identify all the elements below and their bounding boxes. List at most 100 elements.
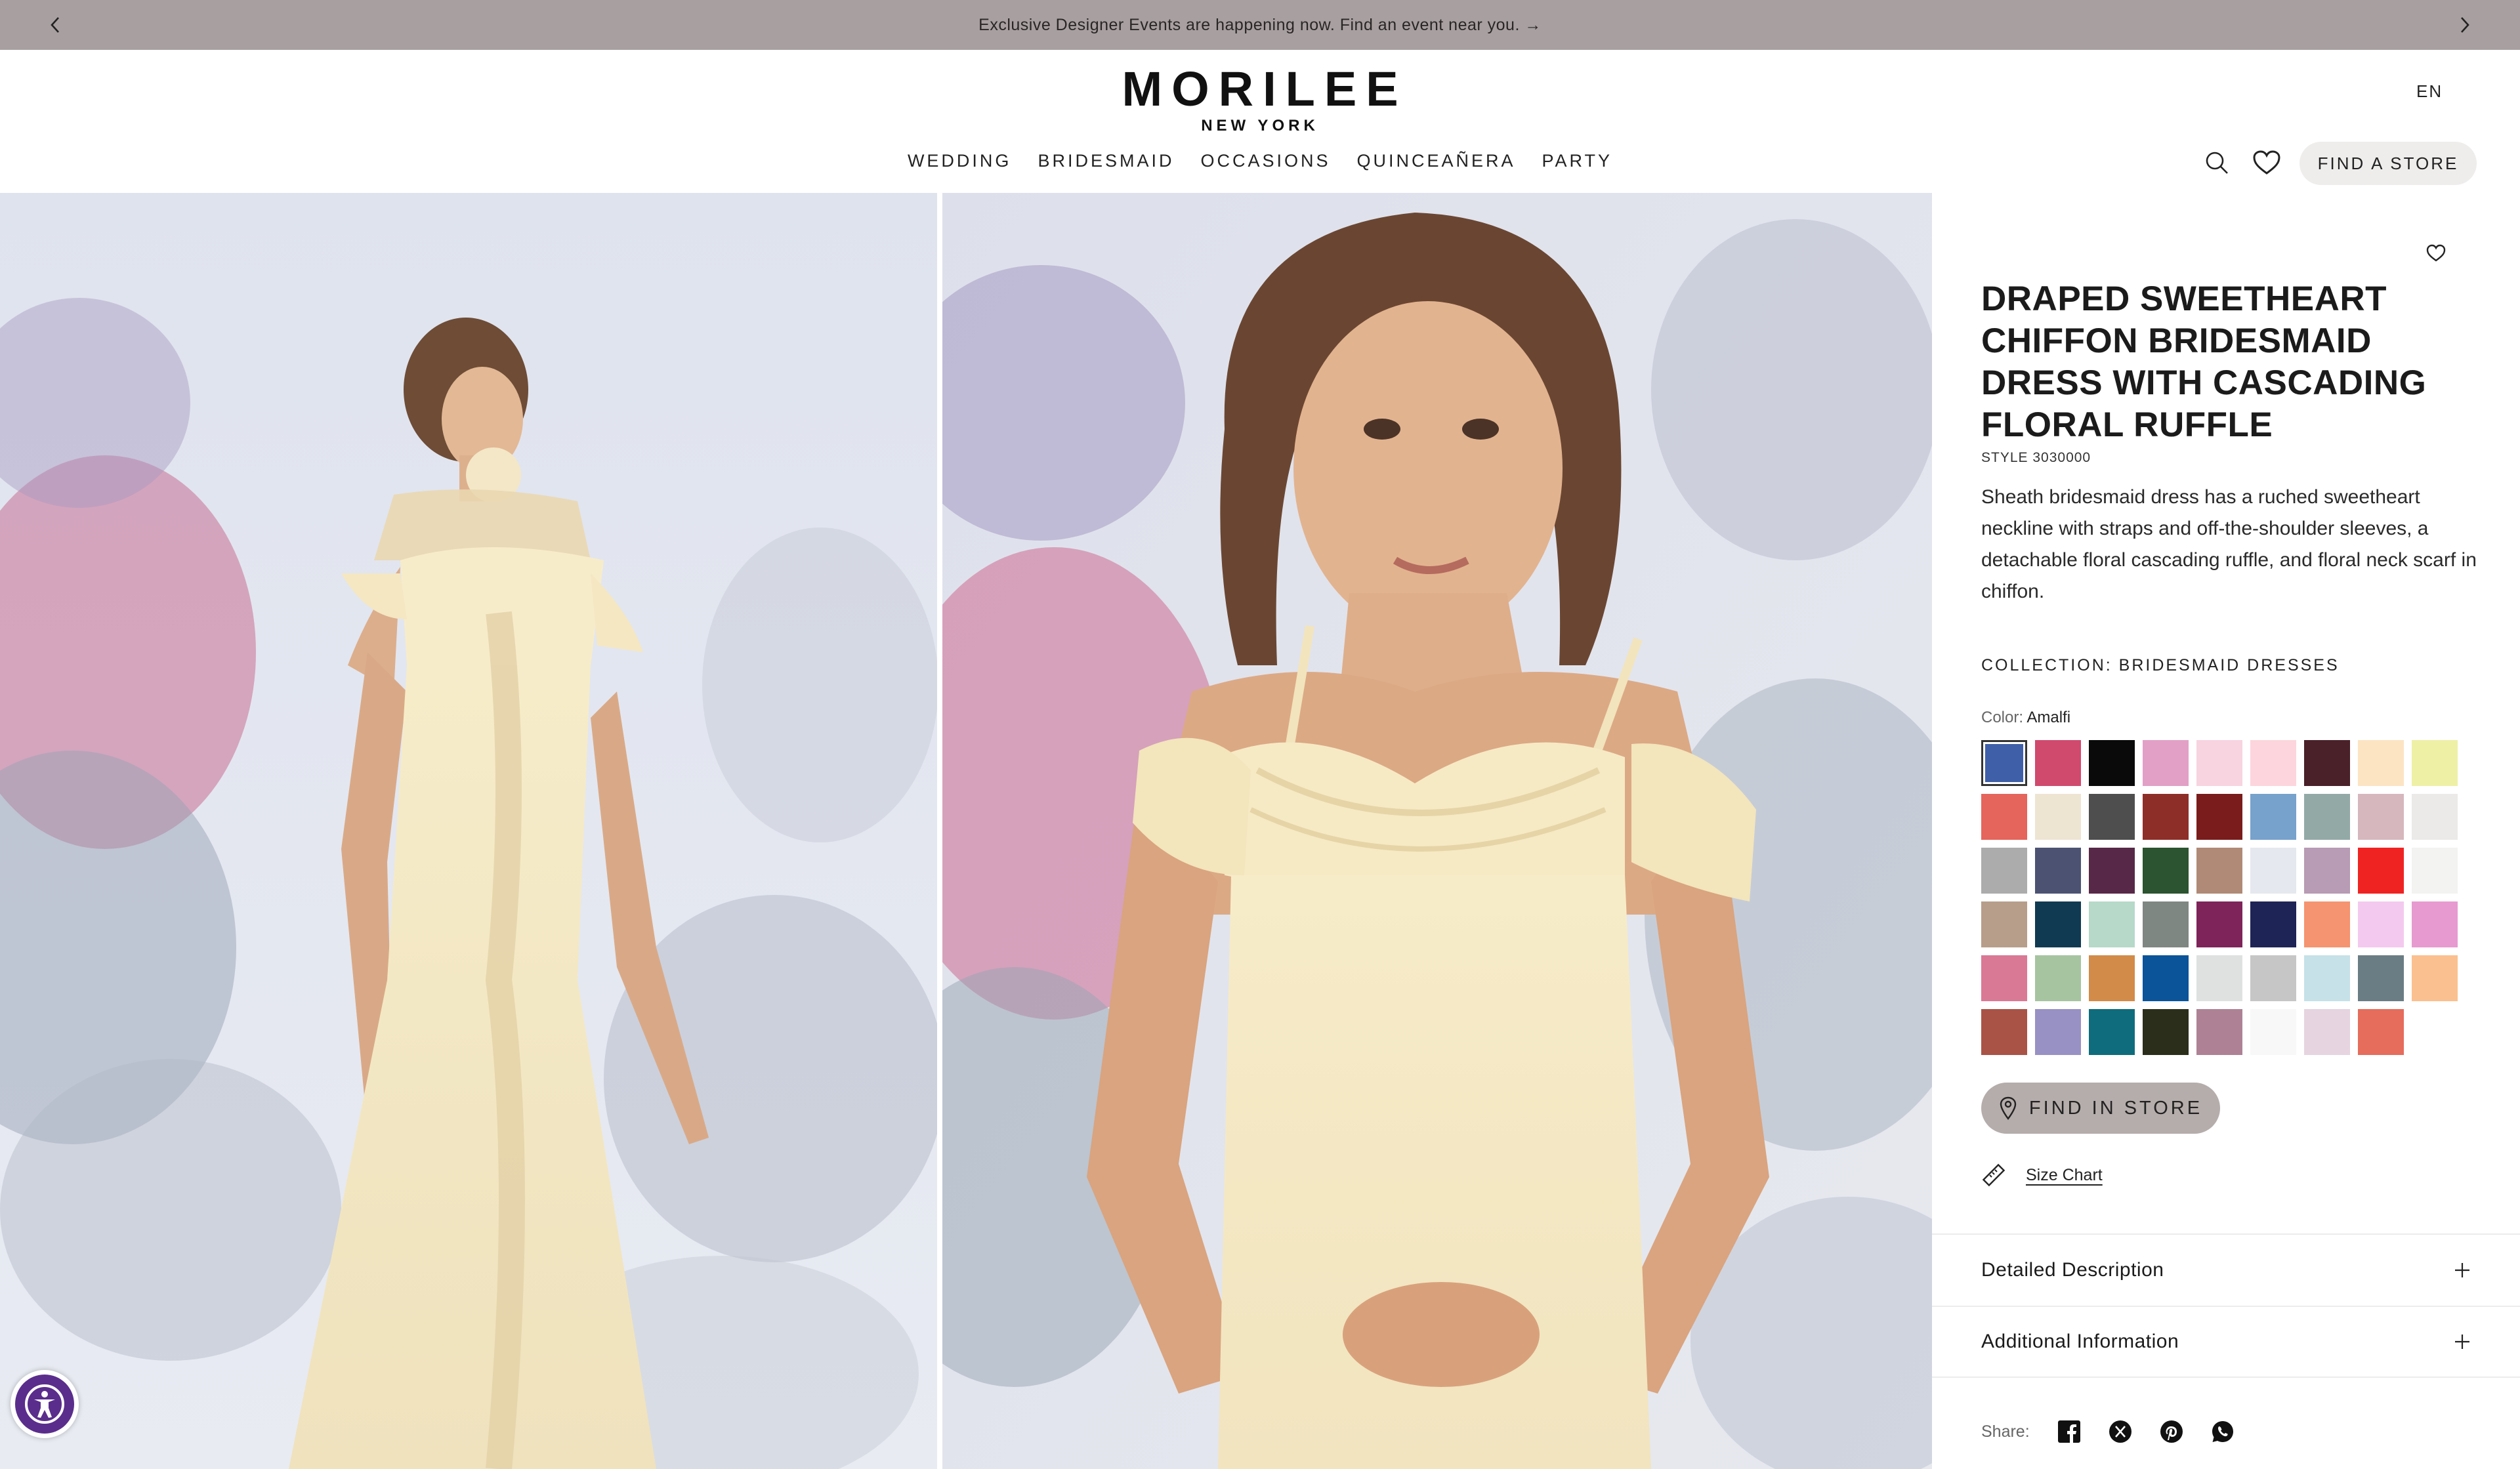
product-image-full-length[interactable] [0,193,937,1469]
main-nav: WEDDING BRIDESMAID OCCASIONS QUINCEAÑERA… [0,151,2520,171]
search-icon[interactable] [2200,146,2234,180]
color-swatch[interactable] [2304,955,2350,1001]
color-swatch[interactable] [2035,1009,2081,1055]
color-swatch[interactable] [2250,901,2296,947]
color-swatch[interactable] [2143,901,2189,947]
chevron-left-icon[interactable] [41,10,70,39]
language-selector[interactable]: EN [2416,81,2443,102]
product-image-closeup[interactable] [942,193,1932,1469]
accordion-label: Additional Information [1981,1331,2179,1352]
product-style-number: STYLE 3030000 [1981,450,2091,465]
nav-wedding[interactable]: WEDDING [908,151,1012,171]
header-icons [2200,146,2300,180]
pinterest-icon[interactable] [2158,1418,2185,1445]
color-swatch[interactable] [2143,794,2189,840]
accordion-label: Detailed Description [1981,1259,2164,1281]
accordion-additional-information[interactable]: Additional Information [1932,1306,2520,1378]
color-swatch[interactable] [2304,1009,2350,1055]
color-swatch[interactable] [2196,955,2242,1001]
color-swatch[interactable] [2250,740,2296,786]
find-in-store-label: FIND IN STORE [2028,1097,2203,1119]
product-description: Sheath bridesmaid dress has a ruched swe… [1981,486,2477,602]
color-swatch[interactable] [2358,794,2404,840]
accessibility-icon [15,1375,74,1434]
color-swatch[interactable] [2035,794,2081,840]
chevron-right-icon[interactable] [2450,10,2479,39]
color-swatch[interactable] [2358,955,2404,1001]
color-swatch[interactable] [1981,740,2027,786]
brand-sub: NEW YORK [1201,117,1319,134]
color-swatch[interactable] [2196,848,2242,894]
share-bar: Share: [1981,1418,2261,1445]
facebook-icon[interactable] [2056,1418,2082,1445]
color-swatch[interactable] [2304,901,2350,947]
announcement-link[interactable]: Exclusive Designer Events are happening … [978,16,1542,35]
nav-bridesmaid[interactable]: BRIDESMAID [1038,151,1174,171]
color-swatch[interactable] [2143,848,2189,894]
nav-quinceanera[interactable]: QUINCEAÑERA [1357,151,1516,171]
brand-logo[interactable]: MORILEE NEW YORK [1050,63,1470,135]
share-label: Share: [1981,1422,2030,1441]
x-icon[interactable] [2107,1418,2133,1445]
ruler-icon [1982,1163,2006,1187]
product-collection[interactable]: COLLECTION: BRIDESMAID DRESSES [1981,656,2340,675]
color-swatch[interactable] [2250,1009,2296,1055]
color-swatch[interactable] [2412,740,2458,786]
color-swatch[interactable] [2143,955,2189,1001]
color-swatch[interactable] [2358,1009,2404,1055]
color-swatch[interactable] [2250,848,2296,894]
color-value: Amalfi [2026,709,2071,726]
brand-name: MORILEE [1122,62,1408,116]
color-swatch[interactable] [2089,901,2135,947]
color-swatch[interactable] [2089,794,2135,840]
location-pin-icon [2000,1096,2017,1120]
accordion-detailed-description[interactable]: Detailed Description [1932,1233,2520,1306]
color-swatch[interactable] [2035,740,2081,786]
color-swatch[interactable] [2089,955,2135,1001]
color-label: Color: [1981,709,2024,726]
color-swatch[interactable] [2412,794,2458,840]
color-selected-label: Color: Amalfi [1981,709,2070,727]
accessibility-button[interactable] [10,1370,79,1438]
color-swatch[interactable] [2304,740,2350,786]
color-swatch[interactable] [2089,848,2135,894]
color-swatch[interactable] [2143,1009,2189,1055]
color-swatch[interactable] [2143,740,2189,786]
find-in-store-button[interactable]: FIND IN STORE [1981,1083,2220,1134]
plus-icon [2455,1335,2469,1349]
product-title: DRAPED SWEETHEART CHIFFON BRIDESMAID DRE… [1981,279,2427,444]
color-swatch[interactable] [1981,955,2027,1001]
heart-icon[interactable] [2250,146,2284,180]
find-a-store-button[interactable]: FIND A STORE [2300,142,2477,185]
color-swatch[interactable] [1981,794,2027,840]
color-swatch[interactable] [2196,794,2242,840]
color-swatch[interactable] [2358,901,2404,947]
wishlist-heart-icon[interactable] [2424,241,2448,265]
color-swatch[interactable] [2196,901,2242,947]
color-swatch[interactable] [2089,1009,2135,1055]
color-swatch[interactable] [2250,794,2296,840]
color-swatch-grid [1981,740,2458,1055]
color-swatch[interactable] [2358,848,2404,894]
color-swatch[interactable] [2035,955,2081,1001]
color-swatch[interactable] [2250,955,2296,1001]
announcement-bar: Exclusive Designer Events are happening … [0,0,2520,50]
size-chart-link[interactable]: Size Chart [1981,1163,2103,1188]
color-swatch[interactable] [2196,1009,2242,1055]
color-swatch[interactable] [2412,848,2458,894]
color-swatch[interactable] [1981,1009,2027,1055]
color-swatch[interactable] [2358,740,2404,786]
color-swatch[interactable] [2089,740,2135,786]
nav-party[interactable]: PARTY [1542,151,1613,171]
color-swatch[interactable] [2035,901,2081,947]
color-swatch[interactable] [2304,794,2350,840]
color-swatch[interactable] [2304,848,2350,894]
color-swatch[interactable] [1981,848,2027,894]
nav-occasions[interactable]: OCCASIONS [1200,151,1330,171]
color-swatch[interactable] [2035,848,2081,894]
color-swatch[interactable] [2196,740,2242,786]
color-swatch[interactable] [2412,901,2458,947]
color-swatch[interactable] [2412,955,2458,1001]
whatsapp-icon[interactable] [2210,1418,2236,1445]
color-swatch[interactable] [1981,901,2027,947]
